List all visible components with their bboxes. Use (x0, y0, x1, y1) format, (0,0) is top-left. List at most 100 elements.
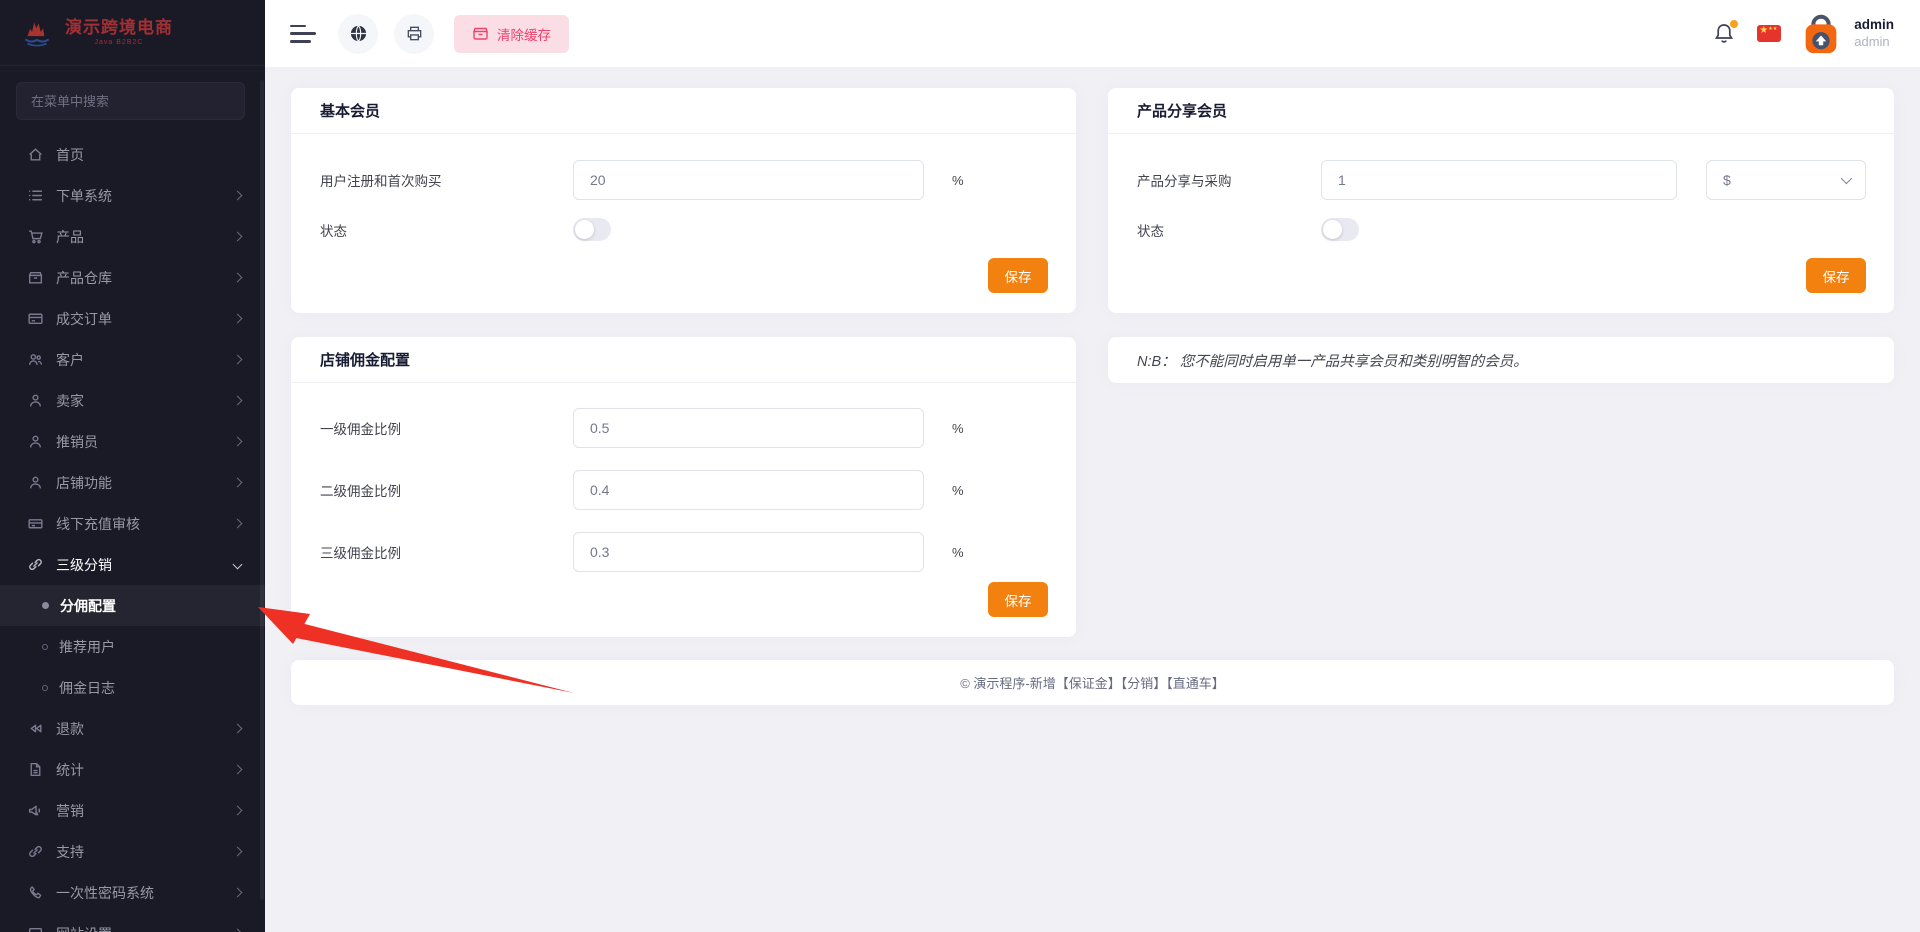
user-role: admin (1854, 34, 1894, 50)
main-content: 基本会员 用户注册和首次购买 % 状态 保存 店铺佣金配置 (265, 68, 1920, 932)
chevron-right-icon (233, 232, 243, 242)
seller-icon (27, 392, 44, 409)
sidebar-item-products[interactable]: 产品 (0, 216, 265, 257)
statistics-icon (27, 761, 44, 778)
chevron-right-icon (233, 724, 243, 734)
chevron-right-icon (233, 478, 243, 488)
level2-commission-input[interactable] (573, 470, 924, 510)
home-icon (27, 146, 44, 163)
chevron-right-icon (233, 437, 243, 447)
chevron-right-icon (233, 929, 243, 932)
sidebar-item-warehouse[interactable]: 产品仓库 (0, 257, 265, 298)
order-system-icon (27, 187, 44, 204)
chevron-right-icon (233, 314, 243, 324)
sidebar-item-sellers[interactable]: 卖家 (0, 380, 265, 421)
sidebar-item-statistics[interactable]: 统计 (0, 749, 265, 790)
level1-commission-label: 一级佣金比例 (320, 418, 573, 438)
sidebar-item-marketing[interactable]: 营销 (0, 790, 265, 831)
percent-suffix: % (952, 483, 964, 498)
sidebar-item-offline-recharge[interactable]: 线下充值审核 (0, 503, 265, 544)
product-share-status-toggle[interactable] (1321, 218, 1359, 241)
menu-toggle-button[interactable] (290, 25, 316, 43)
bullet-icon (42, 602, 49, 609)
sidebar-subitem-commission-log[interactable]: 佣金日志 (0, 667, 265, 708)
basic-member-title: 基本会员 (320, 100, 380, 121)
sidebar-item-store-features[interactable]: 店铺功能 (0, 462, 265, 503)
sidebar-item-otp-system[interactable]: 一次性密码系统 (0, 872, 265, 913)
promoter-icon (27, 433, 44, 450)
footer: © 演示程序-新增【保证金】【分销】【直通车】 (291, 660, 1894, 705)
level1-commission-input[interactable] (573, 408, 924, 448)
sidebar-item-refund[interactable]: 退款 (0, 708, 265, 749)
footer-text: © 演示程序-新增【保证金】【分销】【直通车】 (960, 673, 1225, 692)
chevron-down-icon (233, 560, 243, 570)
level3-commission-input[interactable] (573, 532, 924, 572)
product-share-save-button[interactable]: 保存 (1806, 258, 1866, 293)
level3-commission-label: 三级佣金比例 (320, 542, 573, 562)
sidebar: 演示跨境电商 Java B2B2C 首页 下单系统 产品 产品仓库 成交订单 (0, 0, 265, 932)
language-flag-china[interactable]: ★ ★★ (1757, 25, 1781, 42)
sidebar-item-site-settings[interactable]: 网站设置 (0, 913, 265, 932)
percent-suffix: % (952, 421, 964, 436)
sidebar-item-orders[interactable]: 成交订单 (0, 298, 265, 339)
chevron-right-icon (233, 355, 243, 365)
note-card: N:B： 您不能同时启用单一产品共享会员和类别明智的会员。 (1108, 337, 1894, 383)
sidebar-item-home[interactable]: 首页 (0, 134, 265, 175)
menu-search-input[interactable] (16, 82, 245, 120)
store-commission-card: 店铺佣金配置 一级佣金比例 % 二级佣金比例 % 三级佣金比例 % (291, 337, 1076, 637)
brand-logo[interactable]: 演示跨境电商 Java B2B2C (0, 0, 265, 66)
notifications-button[interactable] (1711, 21, 1737, 47)
refund-icon (27, 720, 44, 737)
phone-icon (27, 884, 44, 901)
topbar: 清除缓存 ★ ★★ admin admin (265, 0, 1920, 68)
notification-badge (1730, 20, 1738, 28)
store-commission-title: 店铺佣金配置 (320, 349, 410, 370)
user-avatar[interactable] (1798, 11, 1844, 57)
sidebar-menu: 首页 下单系统 产品 产品仓库 成交订单 客户 卖家 (0, 134, 265, 932)
register-first-purchase-input[interactable] (573, 160, 924, 200)
currency-select[interactable]: $ (1706, 160, 1866, 200)
chevron-right-icon (233, 806, 243, 816)
sidebar-subitem-referral-users[interactable]: 推荐用户 (0, 626, 265, 667)
flag-star-icon: ★ (1759, 25, 1768, 38)
product-share-purchase-label: 产品分享与采购 (1137, 170, 1321, 190)
note-text: N:B： 您不能同时启用单一产品共享会员和类别明智的会员。 (1137, 350, 1528, 371)
cart-icon (27, 228, 44, 245)
sidebar-item-support[interactable]: 支持 (0, 831, 265, 872)
sidebar-item-customers[interactable]: 客户 (0, 339, 265, 380)
shop-bag-icon (1798, 11, 1844, 57)
clear-cache-button[interactable]: 清除缓存 (454, 15, 569, 53)
chevron-right-icon (233, 396, 243, 406)
store-commission-save-button[interactable]: 保存 (988, 582, 1048, 617)
sidebar-subitem-commission-config[interactable]: 分佣配置 (0, 585, 265, 626)
chevron-right-icon (233, 765, 243, 775)
bullet-icon (42, 644, 48, 650)
basic-member-card: 基本会员 用户注册和首次购买 % 状态 保存 (291, 88, 1076, 313)
user-name: admin (1854, 17, 1894, 34)
chevron-right-icon (233, 191, 243, 201)
language-button[interactable] (338, 14, 378, 54)
level2-commission-label: 二级佣金比例 (320, 480, 573, 500)
link-icon (27, 556, 44, 573)
globe-icon (349, 24, 368, 43)
cache-icon (472, 25, 489, 42)
sidebar-scrollbar[interactable] (260, 80, 264, 900)
product-share-title: 产品分享会员 (1137, 100, 1227, 121)
megaphone-icon (27, 802, 44, 819)
bullet-icon (42, 685, 48, 691)
product-share-purchase-input[interactable] (1321, 160, 1677, 200)
orders-icon (27, 310, 44, 327)
print-button[interactable] (394, 14, 434, 54)
sidebar-item-distribution[interactable]: 三级分销 (0, 544, 265, 585)
offline-recharge-icon (27, 515, 44, 532)
basic-member-status-toggle[interactable] (573, 218, 611, 241)
store-features-icon (27, 474, 44, 491)
brand-title: 演示跨境电商 (65, 19, 173, 38)
warehouse-icon (27, 269, 44, 286)
register-first-purchase-label: 用户注册和首次购买 (320, 170, 573, 190)
brand-tagline: Java B2B2C (95, 39, 144, 46)
basic-member-save-button[interactable]: 保存 (988, 258, 1048, 293)
sidebar-item-promoters[interactable]: 推销员 (0, 421, 265, 462)
sidebar-item-order-system[interactable]: 下单系统 (0, 175, 265, 216)
percent-suffix: % (952, 545, 964, 560)
